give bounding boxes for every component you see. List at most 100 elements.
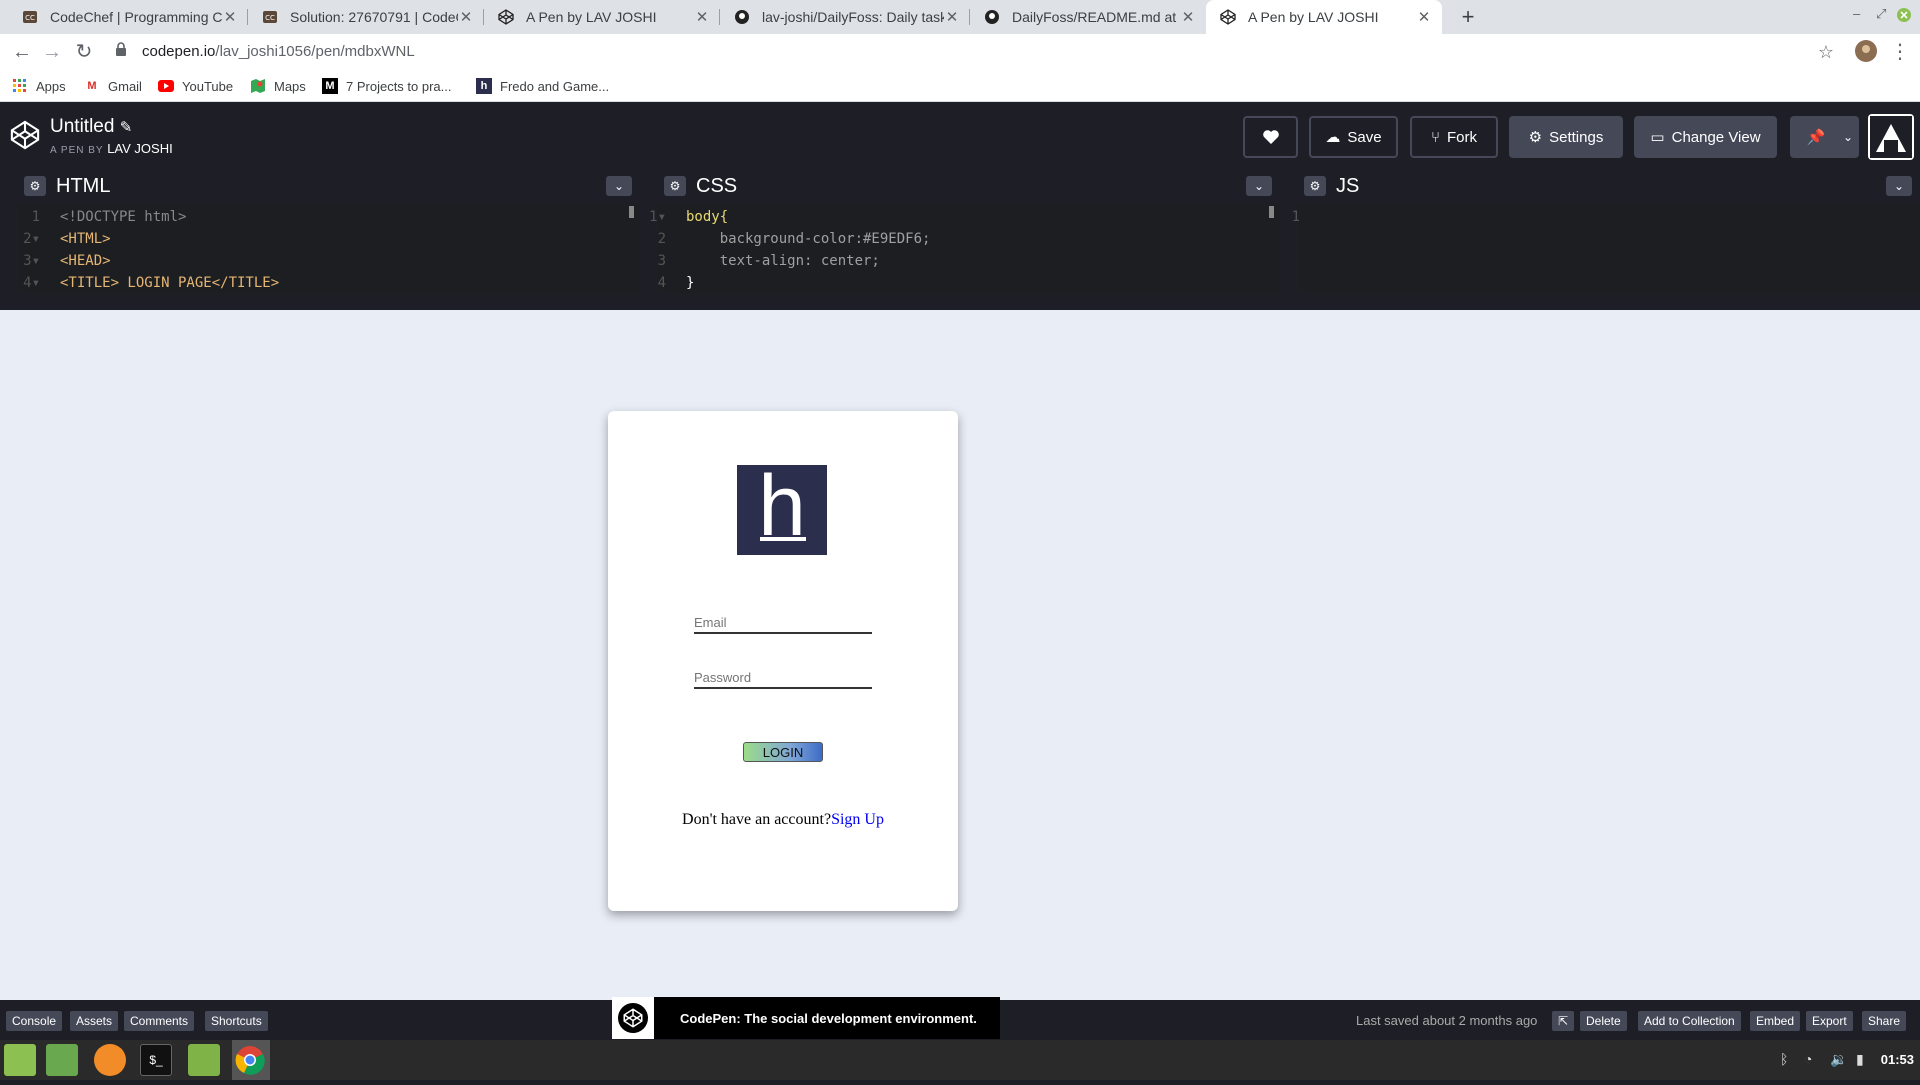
restore-icon[interactable]: ⤢ [1876,6,1886,22]
gear-icon[interactable]: ⚙ [1304,176,1326,196]
user-avatar[interactable] [1868,114,1914,160]
bookmark-hackerearth[interactable]: h Fredo and Game... [476,76,609,96]
external-link-icon[interactable]: ⇱ [1552,1011,1575,1031]
gear-icon[interactable]: ⚙ [664,176,686,196]
bookmark-star-icon[interactable]: ☆ [1814,40,1838,64]
close-icon[interactable]: ✕ [1416,8,1432,26]
pencil-icon[interactable]: ✎ [120,119,133,136]
mint-menu-icon[interactable] [4,1044,36,1076]
html-editor[interactable]: ⚙ HTML ⌄ 1 <!DOCTYPE html> 2▾ <HTML> 3▾ <HE… [18,168,640,294]
back-icon[interactable]: ← [10,40,34,64]
save-button[interactable]: ☁ Save [1309,116,1398,158]
bookmark-maps[interactable]: Maps [250,76,306,96]
volume-icon[interactable]: 🔉 [1830,1051,1847,1068]
bookmark-gmail[interactable]: M Gmail [84,76,142,96]
css-editor[interactable]: ⚙ CSS ⌄ 1▾ body{ 2 background-color:#E9ED… [649,168,1280,294]
hackerearth-logo: h [737,463,827,555]
chevron-down-icon[interactable]: ⌄ [1246,176,1272,196]
fork-label: Fork [1447,128,1477,146]
address-bar[interactable]: codepen.io/lav_joshi1056/pen/mdbxWNL [142,40,415,64]
scrollbar[interactable] [629,206,634,218]
firefox-icon[interactable] [94,1044,126,1076]
html-code[interactable]: 1 <!DOCTYPE html> 2▾ <HTML> 3▾ <HEAD> 4▾ <TI… [18,206,640,294]
pin-button[interactable]: 📌 [1790,116,1842,158]
menu-icon[interactable]: ⋮ [1888,40,1912,64]
url-host: codepen.io [142,43,216,60]
change-view-button[interactable]: ▭ Change View [1634,116,1777,158]
css-editor-label: CSS [696,174,738,197]
export-button[interactable]: Export [1806,1011,1853,1031]
console-button[interactable]: Console [6,1011,63,1031]
code-line: 1▾ body{ [649,209,729,225]
reload-icon[interactable]: ↻ [72,40,96,64]
os-taskbar: $_ ᛒ ◔ 🔉 ▮ 01:53 [0,1040,1920,1080]
browser-tab-active[interactable]: A Pen by LAV JOSHI ✕ [1206,0,1442,34]
close-icon[interactable]: ✕ [694,8,710,26]
css-code[interactable]: 1▾ body{ 2 background-color:#E9EDF6; 3 te… [644,206,1266,294]
pen-title[interactable]: Untitled ✎ [50,116,132,138]
forward-icon[interactable]: → [40,40,64,64]
add-to-collection-button[interactable]: Add to Collection [1638,1011,1741,1031]
show-desktop-icon[interactable] [46,1044,78,1076]
password-field[interactable] [694,668,872,689]
code-text: <TITLE> LOGIN PAGE</TITLE> [60,275,280,291]
terminal-icon[interactable]: $_ [140,1044,172,1076]
fork-button[interactable]: ⑂ Fork [1410,116,1498,158]
tab-title: A Pen by LAV JOSHI [1248,9,1379,25]
minimize-icon[interactable]: – [1853,6,1860,21]
js-editor[interactable]: ⚙ JS ⌄ 1 [1292,168,1920,294]
heart-button[interactable] [1243,116,1298,158]
delete-button[interactable]: Delete [1580,1011,1627,1031]
close-icon[interactable]: ✕ [1180,8,1196,26]
comments-button[interactable]: Comments [124,1011,195,1031]
gear-icon[interactable]: ⚙ [24,176,46,196]
editor-area: ⚙ HTML ⌄ 1 <!DOCTYPE html> 2▾ <HTML> 3▾ <HE… [0,168,1920,478]
code-text: background-color:#E9EDF6; [686,231,931,247]
clock[interactable]: 01:53 [1881,1052,1914,1067]
js-code[interactable]: 1 [1278,206,1900,228]
pin-dropdown-button[interactable]: ⌄ [1837,116,1859,158]
shortcuts-button[interactable]: Shortcuts [205,1011,268,1031]
codepen-icon [1220,9,1236,25]
browser-tab[interactable]: CC Solution: 27670791 | CodeChe ✕ [248,0,484,34]
chrome-taskbar-button[interactable] [232,1040,270,1080]
browser-tab[interactable]: DailyFoss/README.md at ma ✕ [970,0,1206,34]
settings-button[interactable]: ⚙ Settings [1509,116,1623,158]
close-window-icon[interactable] [1897,8,1911,25]
share-button[interactable]: Share [1862,1011,1907,1031]
chevron-down-icon[interactable]: ⌄ [606,176,632,196]
html-editor-header: ⚙ HTML ⌄ [18,168,640,204]
code-text: <HTML> [60,231,111,247]
github-icon [984,9,1000,25]
browser-tab[interactable]: lav-joshi/DailyFoss: Daily task ✕ [720,0,970,34]
codepen-logo-icon[interactable] [10,120,40,150]
code-line: 3▾ <HEAD> [23,253,111,269]
email-field[interactable] [694,613,872,634]
chevron-down-icon[interactable]: ⌄ [1886,176,1912,196]
browser-tab[interactable]: CC CodeChef | Programming Con ✕ [8,0,248,34]
files-icon[interactable] [188,1044,220,1076]
signup-link[interactable]: Sign Up [831,811,884,828]
browser-tab[interactable]: A Pen by LAV JOSHI ✕ [484,0,720,34]
close-icon[interactable]: ✕ [944,8,960,26]
login-button[interactable]: LOGIN [743,742,823,762]
new-tab-button[interactable]: + [1454,4,1482,30]
codepen-header: Untitled ✎ A PEN BY LAV JOSHI ☁ Save ⑂ For… [0,102,1920,168]
profile-avatar[interactable] [1854,40,1878,64]
lock-icon[interactable] [114,40,128,64]
scrollbar[interactable] [1269,206,1274,218]
bookmark-youtube[interactable]: YouTube [158,76,233,96]
code-text: <HEAD> [60,253,111,269]
assets-button[interactable]: Assets [70,1011,119,1031]
wifi-icon[interactable]: ◔ [1804,1051,1812,1067]
close-icon[interactable]: ✕ [222,8,238,26]
embed-button[interactable]: Embed [1750,1011,1801,1031]
battery-icon[interactable]: ▮ [1856,1051,1864,1068]
bluetooth-icon[interactable]: ᛒ [1780,1051,1788,1067]
close-icon[interactable]: ✕ [458,8,474,26]
bookmark-medium[interactable]: M 7 Projects to pra... [322,76,452,96]
github-icon [734,9,750,25]
bookmark-apps[interactable]: Apps [12,76,66,96]
layout-icon: ▭ [1650,129,1665,146]
gear-icon: ⚙ [1528,129,1543,146]
